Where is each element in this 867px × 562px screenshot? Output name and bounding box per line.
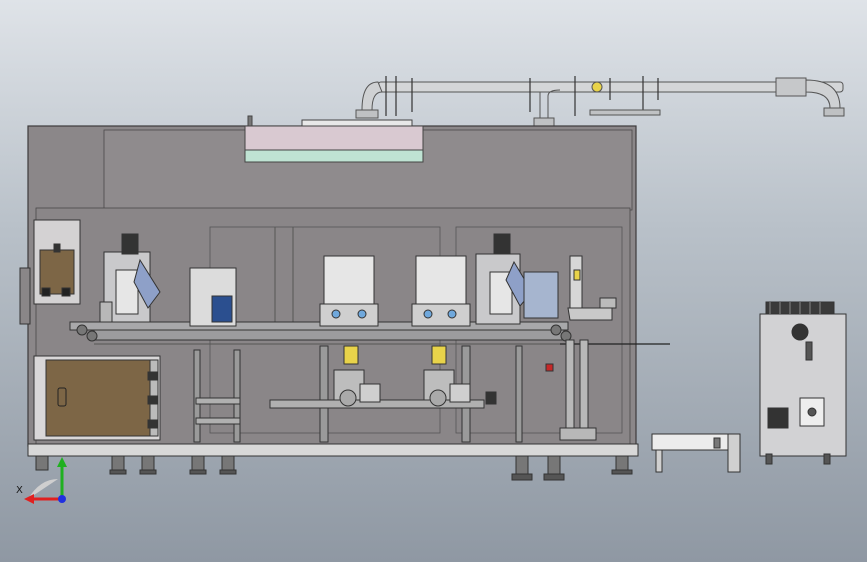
machine-base[interactable] (27, 443, 639, 481)
chiller-unit[interactable] (759, 301, 847, 465)
top-hood[interactable] (244, 115, 424, 163)
assembly-model[interactable] (0, 0, 867, 562)
step-platform[interactable] (651, 433, 741, 473)
coordinate-triad: X Y (10, 455, 80, 515)
center-module-1[interactable] (189, 267, 237, 327)
cad-viewport[interactable]: X Y (0, 0, 867, 562)
red-indicator (545, 363, 554, 372)
x-axis-label: X (16, 485, 23, 496)
